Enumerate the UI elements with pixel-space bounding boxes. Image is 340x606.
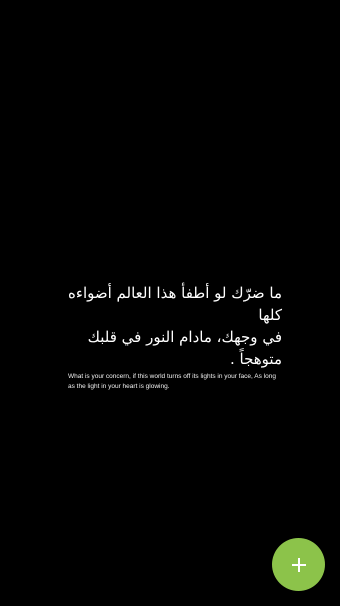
quote-arabic-line-1: ما ضرّك لو أطفأ هذا العالم أضواءه كلها <box>68 284 282 324</box>
plus-icon <box>291 557 307 573</box>
add-button[interactable] <box>272 538 325 591</box>
quote-english-translation: What is your concern, if this world turn… <box>68 373 276 390</box>
app-screen: ما ضرّك لو أطفأ هذا العالم أضواءه كلها ف… <box>0 0 340 606</box>
quote-card: ما ضرّك لو أطفأ هذا العالم أضواءه كلها ف… <box>60 282 282 392</box>
quote-arabic-line-2: في وجهك، مادام النور في قلبك متوهجاً . <box>87 328 282 368</box>
